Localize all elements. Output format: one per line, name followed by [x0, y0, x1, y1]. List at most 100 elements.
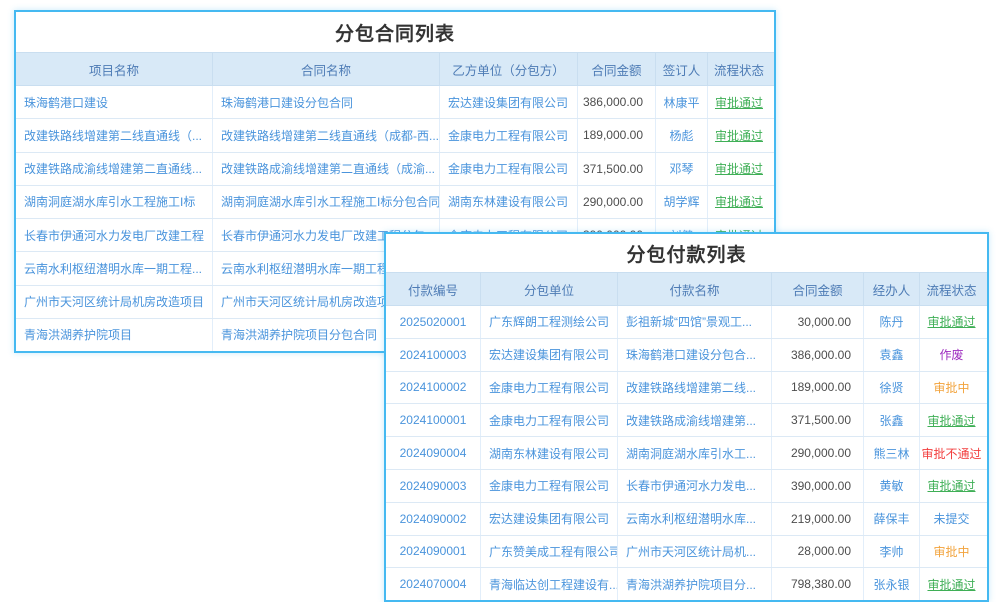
table-row: 2024070004青海临达创工程建设有...青海洪湖养护院项目分...798,… — [386, 567, 987, 600]
subcontractor-company-link[interactable]: 广东赞美成工程有限公司 — [481, 536, 618, 568]
handler-link[interactable]: 徐贤 — [864, 372, 920, 404]
handler-link[interactable]: 袁鑫 — [864, 339, 920, 371]
column-header: 项目名称 — [16, 53, 213, 85]
column-header: 合同金额 — [772, 273, 864, 305]
subcontractor-company-link[interactable]: 金康电力工程有限公司 — [481, 470, 618, 502]
payment-no-link[interactable]: 2024090002 — [386, 503, 481, 535]
party-b-company-link[interactable]: 宏达建设集团有限公司 — [440, 86, 578, 118]
contract-amount: 386,000.00 — [578, 86, 656, 118]
column-header: 流程状态 — [920, 273, 983, 305]
payment-list-title: 分包付款列表 — [386, 234, 987, 272]
table-row: 2024100002金康电力工程有限公司改建铁路线增建第二线...189,000… — [386, 371, 987, 404]
subcontractor-company-link[interactable]: 宏达建设集团有限公司 — [481, 339, 618, 371]
status-link[interactable]: 未提交 — [920, 503, 983, 535]
table-row: 改建铁路线增建第二线直通线（...改建铁路线增建第二线直通线（成都-西...金康… — [16, 118, 774, 151]
status-link[interactable]: 审批通过 — [920, 470, 983, 502]
handler-link[interactable]: 张永银 — [864, 568, 920, 600]
payment-no-link[interactable]: 2024100001 — [386, 404, 481, 436]
column-header: 合同金额 — [578, 53, 656, 85]
payment-name-link[interactable]: 长春市伊通河水力发电... — [618, 470, 772, 502]
payment-no-link[interactable]: 2024070004 — [386, 568, 481, 600]
table-row: 2025020001广东辉朗工程测绘公司彭祖新城“四馆”景观工...30,000… — [386, 305, 987, 338]
column-header: 乙方单位（分包方） — [440, 53, 578, 85]
payment-name-link[interactable]: 珠海鹤港口建设分包合... — [618, 339, 772, 371]
signer-link[interactable]: 杨彪 — [656, 119, 708, 151]
handler-link[interactable]: 陈丹 — [864, 306, 920, 338]
status-link[interactable]: 审批通过 — [920, 404, 983, 436]
project-name-link[interactable]: 珠海鹤港口建设 — [16, 86, 213, 118]
subcontractor-company-link[interactable]: 宏达建设集团有限公司 — [481, 503, 618, 535]
payment-table-body: 2025020001广东辉朗工程测绘公司彭祖新城“四馆”景观工...30,000… — [386, 305, 987, 600]
project-name-link[interactable]: 长春市伊通河水力发电厂改建工程 — [16, 219, 213, 251]
party-b-company-link[interactable]: 金康电力工程有限公司 — [440, 119, 578, 151]
handler-link[interactable]: 黄敏 — [864, 470, 920, 502]
payment-name-link[interactable]: 改建铁路成渝线增建第... — [618, 404, 772, 436]
status-link[interactable]: 审批通过 — [708, 153, 770, 185]
payment-no-link[interactable]: 2024090004 — [386, 437, 481, 469]
payment-table-header: 付款编号分包单位付款名称合同金额经办人流程状态 — [386, 272, 987, 305]
project-name-link[interactable]: 云南水利枢纽潜明水库一期工程... — [16, 252, 213, 284]
payment-no-link[interactable]: 2024090001 — [386, 536, 481, 568]
status-link[interactable]: 审批中 — [920, 536, 983, 568]
contract-name-link[interactable]: 改建铁路线增建第二线直通线（成都-西... — [213, 119, 440, 151]
payment-no-link[interactable]: 2025020001 — [386, 306, 481, 338]
handler-link[interactable]: 张鑫 — [864, 404, 920, 436]
contract-name-link[interactable]: 湖南洞庭湖水库引水工程施工I标分包合同 — [213, 186, 440, 218]
table-row: 2024090003金康电力工程有限公司长春市伊通河水力发电...390,000… — [386, 469, 987, 502]
contract-amount: 798,380.00 — [772, 568, 864, 600]
column-header: 合同名称 — [213, 53, 440, 85]
contract-name-link[interactable]: 珠海鹤港口建设分包合同 — [213, 86, 440, 118]
contract-amount: 371,500.00 — [772, 404, 864, 436]
subcontractor-company-link[interactable]: 湖南东林建设有限公司 — [481, 437, 618, 469]
column-header: 分包单位 — [481, 273, 618, 305]
subcontractor-company-link[interactable]: 广东辉朗工程测绘公司 — [481, 306, 618, 338]
payment-name-link[interactable]: 湖南洞庭湖水库引水工... — [618, 437, 772, 469]
payment-name-link[interactable]: 广州市天河区统计局机... — [618, 536, 772, 568]
table-row: 2024090004湖南东林建设有限公司湖南洞庭湖水库引水工...290,000… — [386, 436, 987, 469]
signer-link[interactable]: 邓琴 — [656, 153, 708, 185]
payment-no-link[interactable]: 2024100002 — [386, 372, 481, 404]
payment-name-link[interactable]: 青海洪湖养护院项目分... — [618, 568, 772, 600]
status-link[interactable]: 审批通过 — [920, 568, 983, 600]
table-row: 珠海鹤港口建设珠海鹤港口建设分包合同宏达建设集团有限公司386,000.00林康… — [16, 85, 774, 118]
payment-list-window: 分包付款列表 付款编号分包单位付款名称合同金额经办人流程状态 202502000… — [384, 232, 989, 602]
status-link[interactable]: 审批通过 — [708, 186, 770, 218]
project-name-link[interactable]: 改建铁路线增建第二线直通线（... — [16, 119, 213, 151]
project-name-link[interactable]: 改建铁路成渝线增建第二直通线... — [16, 153, 213, 185]
table-row: 2024100001金康电力工程有限公司改建铁路成渝线增建第...371,500… — [386, 403, 987, 436]
project-name-link[interactable]: 青海洪湖养护院项目 — [16, 319, 213, 351]
subcontractor-company-link[interactable]: 金康电力工程有限公司 — [481, 372, 618, 404]
contract-amount: 390,000.00 — [772, 470, 864, 502]
contract-amount: 386,000.00 — [772, 339, 864, 371]
project-name-link[interactable]: 湖南洞庭湖水库引水工程施工I标 — [16, 186, 213, 218]
column-header: 付款编号 — [386, 273, 481, 305]
subcontractor-company-link[interactable]: 青海临达创工程建设有... — [481, 568, 618, 600]
handler-link[interactable]: 熊三林 — [864, 437, 920, 469]
payment-no-link[interactable]: 2024100003 — [386, 339, 481, 371]
status-link[interactable]: 审批通过 — [920, 306, 983, 338]
payment-no-link[interactable]: 2024090003 — [386, 470, 481, 502]
party-b-company-link[interactable]: 湖南东林建设有限公司 — [440, 186, 578, 218]
payment-name-link[interactable]: 云南水利枢纽潜明水库... — [618, 503, 772, 535]
status-link[interactable]: 审批通过 — [708, 119, 770, 151]
handler-link[interactable]: 李帅 — [864, 536, 920, 568]
contract-amount: 371,500.00 — [578, 153, 656, 185]
payment-name-link[interactable]: 彭祖新城“四馆”景观工... — [618, 306, 772, 338]
signer-link[interactable]: 胡学辉 — [656, 186, 708, 218]
contract-amount: 189,000.00 — [578, 119, 656, 151]
contract-amount: 28,000.00 — [772, 536, 864, 568]
contract-name-link[interactable]: 改建铁路成渝线增建第二直通线（成渝... — [213, 153, 440, 185]
status-link[interactable]: 审批不通过 — [920, 437, 983, 469]
party-b-company-link[interactable]: 金康电力工程有限公司 — [440, 153, 578, 185]
table-row: 2024100003宏达建设集团有限公司珠海鹤港口建设分包合...386,000… — [386, 338, 987, 371]
table-row: 湖南洞庭湖水库引水工程施工I标湖南洞庭湖水库引水工程施工I标分包合同湖南东林建设… — [16, 185, 774, 218]
subcontractor-company-link[interactable]: 金康电力工程有限公司 — [481, 404, 618, 436]
payment-name-link[interactable]: 改建铁路线增建第二线... — [618, 372, 772, 404]
table-row: 2024090002宏达建设集团有限公司云南水利枢纽潜明水库...219,000… — [386, 502, 987, 535]
signer-link[interactable]: 林康平 — [656, 86, 708, 118]
handler-link[interactable]: 薛保丰 — [864, 503, 920, 535]
project-name-link[interactable]: 广州市天河区统计局机房改造项目 — [16, 286, 213, 318]
status-link[interactable]: 作废 — [920, 339, 983, 371]
status-link[interactable]: 审批通过 — [708, 86, 770, 118]
status-link[interactable]: 审批中 — [920, 372, 983, 404]
